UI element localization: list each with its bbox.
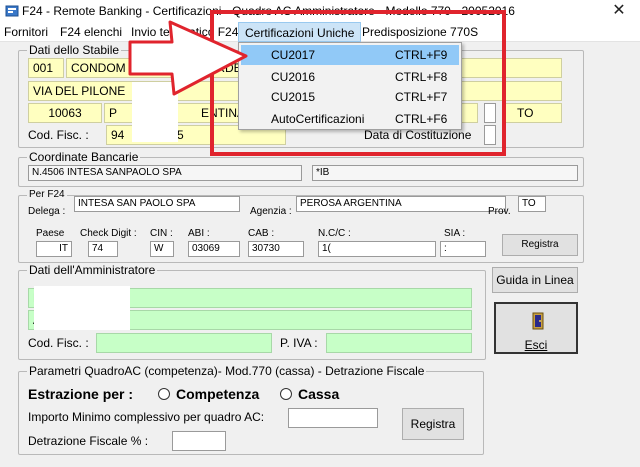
nc-label: N.C/C : xyxy=(318,228,351,239)
stabile-prov-field[interactable]: TO xyxy=(504,103,562,123)
sia-label: SIA : xyxy=(444,228,466,239)
radio-cassa[interactable] xyxy=(280,388,292,400)
check-digit-label: Check Digit : xyxy=(80,228,137,239)
agenzia-field[interactable]: PEROSA ARGENTINA xyxy=(296,196,506,212)
redaction-block-stabile xyxy=(132,82,178,142)
parametri-registra-label: Registra xyxy=(410,417,456,431)
competenza-label: Competenza xyxy=(176,386,260,402)
amministratore-cod-fisc-field[interactable] xyxy=(96,333,272,353)
stabile-city-prefix: P xyxy=(109,106,118,120)
menu-fornitori[interactable]: Fornitori xyxy=(4,25,48,39)
abi-field[interactable]: 03069 xyxy=(188,241,240,257)
sia-field[interactable]: : xyxy=(440,241,486,257)
annotation-number: 1 xyxy=(156,46,168,68)
prov-label: Prov. xyxy=(488,206,511,217)
cin-field[interactable]: W xyxy=(150,241,174,257)
importo-minimo-field[interactable] xyxy=(288,408,378,428)
esci-button[interactable]: Esci xyxy=(494,302,578,354)
amministratore-piva-field[interactable] xyxy=(326,333,472,353)
bank-name-field[interactable]: N.4506 INTESA SANPAOLO SPA xyxy=(28,165,302,181)
delega-label: Delega : xyxy=(28,206,66,217)
group-per-f24-legend: Per F24 xyxy=(27,189,67,200)
parametri-registra-button[interactable]: Registra xyxy=(402,408,464,440)
stabile-cod-fisc-prefix: 94 xyxy=(111,128,125,142)
menu-f24-elenchi[interactable]: F24 elenchi xyxy=(60,25,122,39)
group-coordinate-bancarie-legend: Coordinate Bancarie xyxy=(27,150,141,164)
detrazione-fiscale-label: Detrazione Fiscale % : xyxy=(28,434,149,448)
nc-field[interactable]: 1( xyxy=(318,241,436,257)
annotation-highlight-box xyxy=(210,10,506,156)
cab-field[interactable]: 30730 xyxy=(248,241,304,257)
stabile-cap-field[interactable]: 10063 xyxy=(28,103,102,123)
cin-label: CIN : xyxy=(150,228,173,239)
detrazione-fiscale-field[interactable] xyxy=(172,431,226,451)
exit-door-icon xyxy=(532,312,544,330)
iban-field[interactable]: *IB xyxy=(312,165,578,181)
app-icon xyxy=(5,5,19,17)
estrazione-label: Estrazione per : xyxy=(28,386,134,402)
delega-field[interactable]: INTESA SAN PAOLO SPA xyxy=(74,196,240,212)
f24-registra-label: Registra xyxy=(521,239,559,250)
amministratore-cod-fisc-label: Cod. Fisc. : xyxy=(28,336,89,350)
stabile-name-part1: CONDOM xyxy=(71,61,126,75)
group-parametri-legend: Parametri QuadroAC (competenza)- Mod.770… xyxy=(27,364,427,378)
close-icon[interactable]: ✕ xyxy=(598,0,640,22)
esci-label: Esci xyxy=(524,338,548,352)
check-digit-field[interactable]: 74 xyxy=(88,241,118,257)
cab-label: CAB : xyxy=(248,228,275,239)
guida-in-linea-button[interactable]: Guida in Linea xyxy=(492,267,578,293)
group-dati-stabile-legend: Dati dello Stabile xyxy=(27,43,122,57)
f24-prov-field[interactable]: TO xyxy=(518,196,546,212)
amministratore-piva-label: P. IVA : xyxy=(280,336,318,350)
stabile-code-field[interactable]: 001 xyxy=(28,58,64,78)
radio-competenza[interactable] xyxy=(158,388,170,400)
paese-field[interactable]: IT xyxy=(36,241,72,257)
redaction-block-amministratore xyxy=(34,286,130,330)
cassa-label: Cassa xyxy=(298,386,340,402)
group-dati-amministratore-legend: Dati dell'Amministratore xyxy=(27,263,158,277)
agenzia-label: Agenzia : xyxy=(250,206,292,217)
importo-minimo-label: Importo Minimo complessivo per quadro AC… xyxy=(28,410,265,424)
stabile-cod-fisc-suffix: 5 xyxy=(177,128,184,142)
guida-in-linea-label: Guida in Linea xyxy=(496,273,574,287)
paese-label: Paese xyxy=(36,228,65,239)
stabile-cod-fisc-label: Cod. Fisc. : xyxy=(28,128,89,142)
abi-label: ABI : xyxy=(188,228,210,239)
f24-registra-button[interactable]: Registra xyxy=(502,234,578,256)
